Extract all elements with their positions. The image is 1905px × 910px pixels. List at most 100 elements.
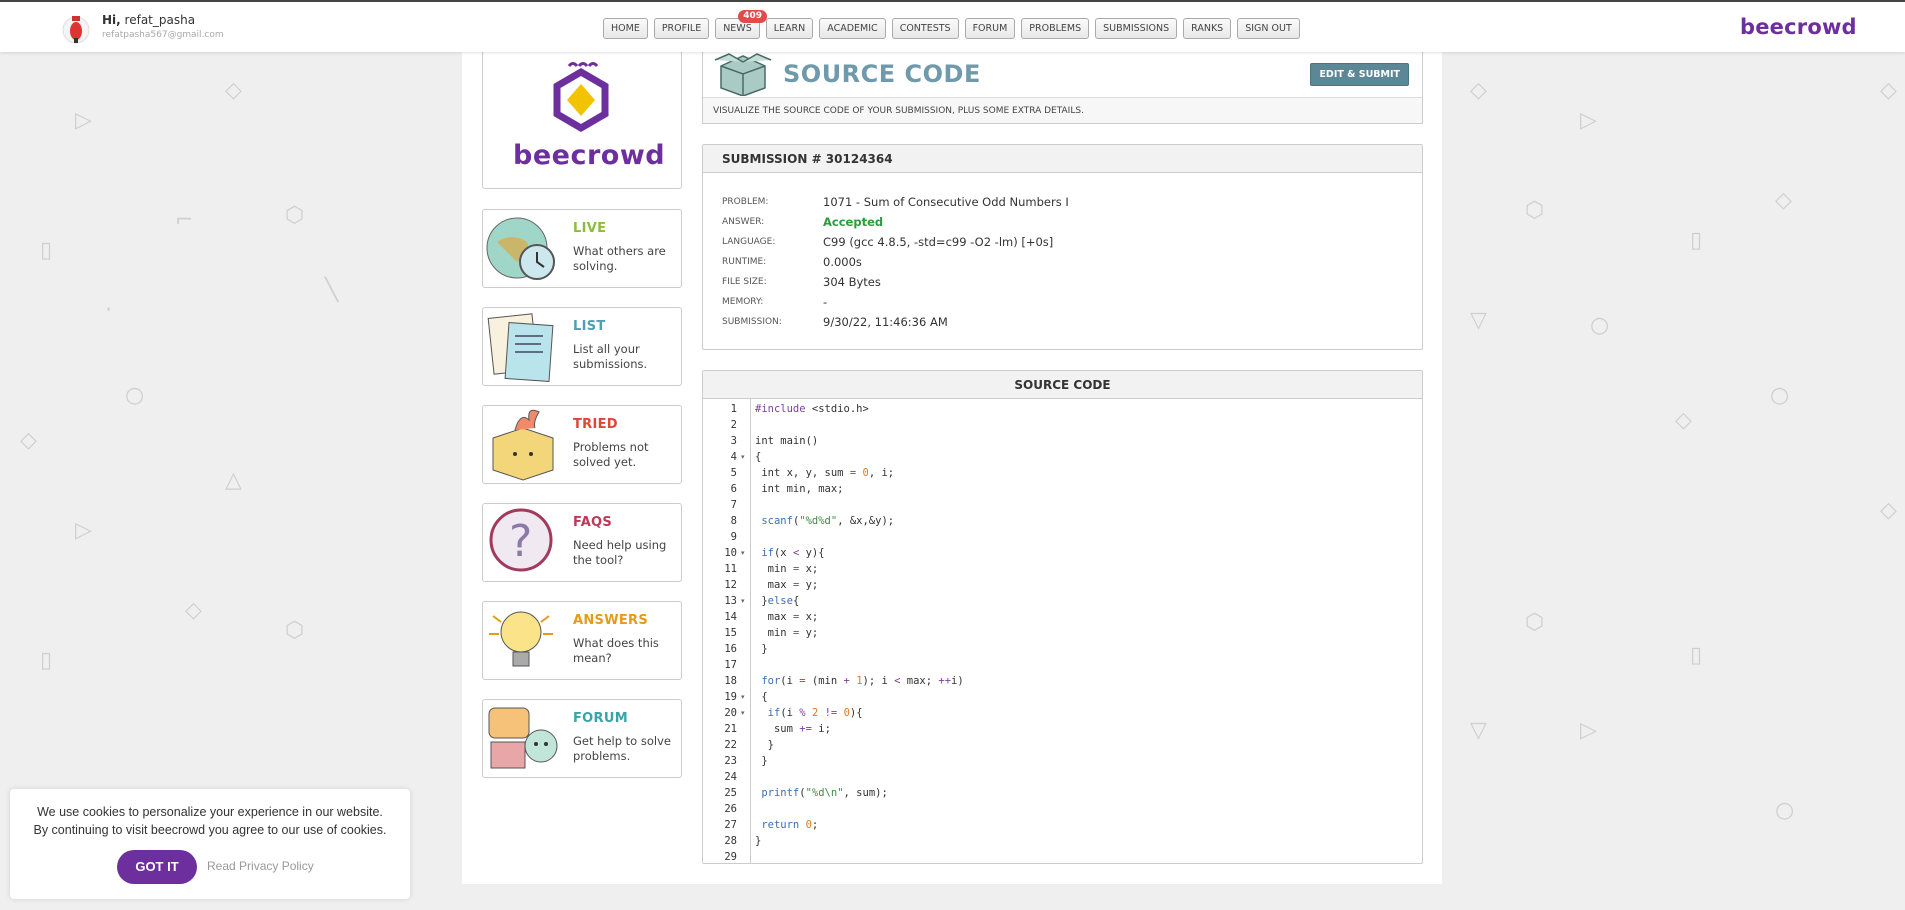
line-number: 20 [724, 707, 737, 719]
sidebar-item-desc: What others are solving. [573, 244, 666, 273]
line-number: 9 [730, 531, 737, 543]
code-line: } [755, 755, 768, 767]
cookie-banner: We use cookies to personalize your exper… [10, 789, 410, 899]
line-number: 27 [724, 819, 737, 831]
file-size-label: FILE SIZE: [722, 277, 767, 287]
answer-value: Accepted [823, 215, 884, 229]
nav-learn[interactable]: LEARN [765, 18, 814, 39]
nav-news[interactable]: NEWS 409 [715, 10, 767, 39]
cookie-message: We use cookies to personalize your exper… [33, 805, 387, 837]
line-number: 18 [724, 675, 737, 687]
nav-submissions[interactable]: SUBMISSIONS [1095, 18, 1178, 39]
line-number: 29 [724, 851, 737, 863]
code-line: int x, y, sum = 0, i; [755, 467, 895, 479]
nav-sign-out[interactable]: SIGN OUT [1237, 18, 1300, 39]
code-line: return 0; [761, 819, 819, 831]
code-line: sum += i; [755, 723, 831, 735]
answer-label: ANSWER: [722, 217, 765, 227]
sidebar-item-list[interactable]: LIST List all your submissions. [482, 307, 682, 386]
line-number: 7 [730, 499, 737, 511]
nav-forum[interactable]: FORUM [964, 18, 1016, 39]
lightbulb-icon [489, 611, 553, 667]
line-number: 25 [724, 787, 737, 799]
fold-toggle-icon[interactable]: ▾ [741, 453, 745, 461]
source-code-heading: SOURCE CODE [703, 371, 1422, 399]
brand-logo[interactable]: beecrowd [1740, 15, 1857, 39]
line-number: 14 [724, 611, 737, 623]
sidebar-logo-text: beecrowd [513, 140, 666, 171]
code-line: } [755, 739, 774, 751]
nav-contests[interactable]: CONTESTS [891, 18, 959, 39]
sidebar-item-tried[interactable]: TRIED Problems not solved yet. [482, 405, 682, 484]
page-title: SOURCE CODE [783, 60, 981, 88]
chat-bubbles-icon [488, 707, 558, 769]
line-number: 21 [724, 723, 737, 735]
sidebar-item-forum[interactable]: FORUM Get help to solve problems. [482, 699, 682, 778]
nav-profile[interactable]: PROFILE [653, 18, 710, 39]
line-number: 22 [724, 739, 737, 751]
code-line: min = y; [755, 627, 819, 639]
line-number: 2 [730, 419, 737, 431]
code-line: int main() [755, 435, 819, 447]
sidebar-item-title: ANSWERS [573, 613, 648, 628]
file-size-value: 304 Bytes [823, 275, 881, 289]
line-number: 10 [724, 547, 737, 559]
sidebar-item-desc: Get help to solve problems. [573, 734, 671, 763]
line-number: 11 [724, 563, 737, 575]
sidebar-item-title: FAQS [573, 515, 613, 530]
nav-home[interactable]: HOME [603, 18, 648, 39]
sidebar-item-desc: Problems not solved yet. [573, 440, 649, 469]
fold-toggle-icon[interactable]: ▾ [741, 549, 745, 557]
code-line: { [755, 451, 762, 463]
sidebar-item-desc: What does this mean? [573, 636, 659, 665]
question-bubble-icon: ? [489, 508, 553, 572]
code-line: #include <stdio.h> [755, 403, 869, 415]
nav-problems[interactable]: PROBLEMS [1021, 18, 1090, 39]
fold-toggle-icon[interactable]: ▾ [741, 693, 745, 701]
code-line: max = y; [755, 579, 819, 591]
source-code-card: SOURCE CODE 1 2 3 4 ▾ 5 6 7 8 9 10 ▾ 11 12 13 ▾ 14 15 16 17… [702, 370, 1423, 864]
main-nav: HOME PROFILE NEWS 409 LEARN ACADEMIC CONT… [603, 10, 1300, 39]
code-line: max = x; [755, 611, 819, 623]
sidebar-item-answers[interactable]: ANSWERS What does this mean? [482, 601, 682, 680]
code-line: min = x; [755, 563, 819, 575]
language-value: C99 (gcc 4.8.5, -std=c99 -O2 -lm) [+0s] [823, 235, 1054, 249]
bee-logo-icon [553, 62, 609, 133]
line-number: 24 [724, 771, 737, 783]
line-number: 17 [724, 659, 737, 671]
nav-academic[interactable]: ACADEMIC [819, 18, 886, 39]
code-line: { [755, 691, 768, 703]
submission-heading: SUBMISSION # 30124364 [703, 145, 1422, 173]
line-number: 6 [730, 483, 737, 495]
code-line: }else{ [755, 595, 800, 607]
open-box-icon [714, 53, 772, 96]
code-line: if(i % 2 != 0){ [767, 707, 863, 719]
fold-toggle-icon[interactable]: ▾ [741, 709, 745, 717]
cookie-accept-button[interactable]: GOT IT [117, 850, 197, 884]
submission-details-card: SUBMISSION # 30124364 PROBLEM: 1071 - Su… [702, 144, 1423, 350]
line-number: 28 [724, 835, 737, 847]
line-number: 3 [730, 435, 737, 447]
code-line: } [755, 835, 762, 847]
nav-ranks[interactable]: RANKS [1183, 18, 1232, 39]
sidebar-item-title: LIST [573, 319, 606, 334]
code-line: } [755, 643, 768, 655]
fold-toggle-icon[interactable]: ▾ [741, 597, 745, 605]
page-subtitle: VISUALIZE THE SOURCE CODE OF YOUR SUBMIS… [703, 97, 1422, 123]
svg-text:?: ? [509, 516, 532, 567]
line-number: 26 [724, 803, 737, 815]
language-label: LANGUAGE: [722, 237, 776, 247]
privacy-policy-link[interactable]: Read Privacy Policy [207, 859, 314, 873]
sidebar-logo[interactable]: beecrowd [482, 52, 682, 189]
edit-submit-button[interactable]: EDIT & SUBMIT [1310, 63, 1409, 86]
code-line: printf("%d\n", sum); [761, 787, 888, 799]
code-line: scanf("%d%d", &x,&y); [761, 515, 895, 527]
submission-date-label: SUBMISSION: [722, 317, 782, 327]
memory-label: MEMORY: [722, 297, 764, 307]
avatar[interactable] [61, 12, 91, 46]
sidebar-item-live[interactable]: LIVE What others are solving. [482, 209, 682, 288]
problem-value[interactable]: 1071 - Sum of Consecutive Odd Numbers I [823, 195, 1069, 209]
sidebar-item-faqs[interactable]: ? FAQS Need help using the tool? [482, 503, 682, 582]
top-navbar: Hi, refat_pasha refatpasha567@gmail.com … [0, 0, 1905, 52]
line-number: 4 [730, 451, 737, 463]
